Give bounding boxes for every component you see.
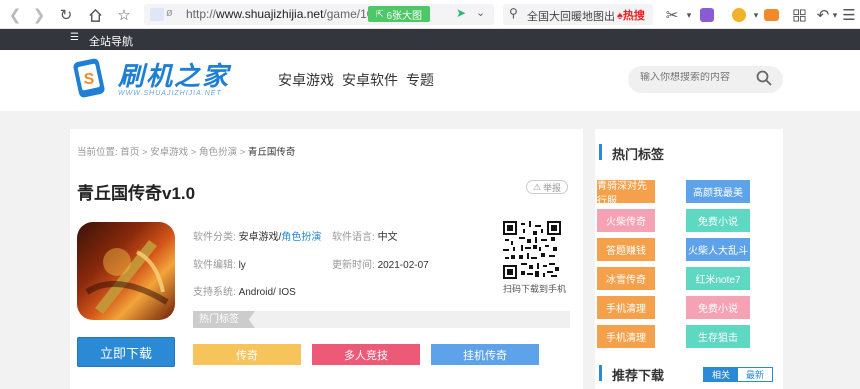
sidebar-tag[interactable]: 免费小说 — [686, 296, 750, 319]
language-row: 软件语言: 中文 — [332, 228, 398, 243]
search-suggestion: 全国大回暖地图出炉 — [527, 11, 615, 23]
sidebar-tag[interactable]: 火柴人大乱斗 — [686, 238, 750, 261]
browser-search-box[interactable]: ⚲ 全国大回暖地图出炉 ♠热搜 — [503, 4, 653, 25]
language-label: 软件语言: — [332, 232, 375, 243]
nav-android-games[interactable]: 安卓游戏 — [278, 70, 334, 90]
game-icon-image — [77, 222, 175, 320]
nav-topics[interactable]: 专题 — [406, 70, 434, 90]
extension-shield-icon[interactable] — [732, 8, 746, 22]
warning-icon: ⚠ — [532, 181, 542, 192]
logo-icon[interactable]: S — [70, 58, 110, 98]
hot-tags-label: 热门标签 — [193, 311, 255, 328]
chevron-down-icon[interactable]: ⌄ — [476, 6, 485, 19]
sidebar-tag[interactable]: 冰雪传奇 — [597, 267, 655, 290]
updated-label: 更新时间: — [332, 260, 375, 271]
tab-latest[interactable]: 最新 — [738, 368, 772, 381]
system-value: Android/ IOS — [238, 287, 296, 298]
reload-icon[interactable]: ↻ — [57, 6, 75, 24]
page-title: 青丘国传奇v1.0 — [77, 184, 196, 203]
svg-text:S: S — [84, 71, 95, 88]
sidebar-hot-tags-title: 热门标签 — [612, 147, 665, 162]
breadcrumb-current: 青丘国传奇 — [247, 147, 296, 158]
home-icon[interactable] — [86, 6, 104, 24]
site-nav-link[interactable]: 全站导航 — [89, 33, 133, 49]
nav-android-software[interactable]: 安卓软件 — [342, 70, 398, 90]
tab-related[interactable]: 相关 — [704, 368, 738, 381]
report-label: 举报 — [543, 182, 562, 193]
bookmark-star-icon[interactable]: ☆ — [115, 6, 133, 24]
category-main-link[interactable]: 安卓游戏/ — [239, 232, 282, 243]
security-icon: ø — [166, 7, 173, 19]
back-icon[interactable]: ❮ — [6, 6, 24, 24]
sidebar-tag[interactable]: 火柴传奇 — [597, 209, 655, 232]
address-bar[interactable]: ø http://www.shuajizhijia.net/game/10 ⇱ 6… — [144, 4, 494, 25]
hot-tags-strip: 热门标签 — [193, 311, 570, 328]
browser-toolbar: ❮ ❯ ↻ ☆ ø http://www.shuajizhijia.net/ga… — [0, 0, 860, 29]
tag-button-multiplayer[interactable]: 多人竞技 — [312, 344, 420, 365]
site-header: S 刷机之家 WWW.SHUAJIZHIJIA.NET 安卓游戏 安卓软件 专题 — [0, 50, 860, 111]
updated-value: 2021-02-07 — [377, 260, 429, 271]
search-icon[interactable] — [756, 70, 772, 89]
sidebar-recommend-title: 推荐下载 — [612, 368, 665, 383]
breadcrumb-prefix: 当前位置: — [77, 147, 118, 158]
download-button[interactable]: 立即下载 — [77, 337, 175, 367]
breadcrumb-rpg[interactable]: 角色扮演 — [199, 147, 237, 158]
logo-title[interactable]: 刷机之家 — [118, 56, 230, 93]
editor-value: ly — [238, 260, 246, 271]
breadcrumb-games[interactable]: 安卓游戏 — [150, 147, 188, 158]
forward-icon[interactable]: ❯ — [30, 6, 48, 24]
qr-code-icon — [503, 221, 561, 279]
category-label: 软件分类: — [193, 232, 236, 243]
sidebar-tag[interactable]: 红米note7 — [686, 267, 750, 290]
category-sub-link[interactable]: 角色扮演 — [281, 232, 321, 243]
menu-icon[interactable]: ☰ — [840, 6, 858, 24]
scissors-dropdown-icon[interactable]: ▾ — [680, 6, 698, 24]
lightning-icon[interactable]: ➤ — [456, 6, 466, 20]
hot-search-badge: ♠热搜 — [617, 10, 645, 22]
language-value: 中文 — [377, 232, 398, 243]
main-content: 当前位置: 首页 > 安卓游戏 > 角色扮演 > 青丘国传奇 青丘国传奇v1.0… — [70, 129, 583, 389]
system-row: 支持系统: Android/ IOS — [193, 283, 296, 298]
breadcrumb: 当前位置: 首页 > 安卓游戏 > 角色扮演 > 青丘国传奇 — [77, 147, 296, 158]
sidebar-tag[interactable]: 手机清理 — [597, 296, 655, 319]
system-label: 支持系统: — [193, 287, 236, 298]
sidebar: 热门标签 青骑深对先行服 高颜我最美 火柴传奇 免费小说 答题赚钱 火柴人大乱斗 冰雪传奇红… — [595, 129, 783, 389]
sidebar-tag[interactable]: 手机清理 — [597, 325, 655, 348]
tag-button-idle-legend[interactable]: 挂机传奇 — [431, 344, 539, 365]
sidebar-tag[interactable]: 答题赚钱 — [597, 238, 655, 261]
updated-row: 更新时间: 2021-02-07 — [332, 256, 429, 271]
site-search-box — [628, 66, 783, 93]
category-row: 软件分类: 安卓游戏/角色扮演 — [193, 228, 321, 243]
sidebar-tag[interactable]: 生存狙击 — [686, 325, 750, 348]
recommend-tabs: 相关 最新 — [703, 367, 773, 382]
search-icon: ⚲ — [509, 6, 518, 20]
tag-button-legend[interactable]: 传奇 — [193, 344, 301, 365]
scissors-icon[interactable]: ✂ — [663, 6, 681, 24]
qr-caption: 扫码下载到手机 — [503, 284, 567, 294]
section-marker — [599, 365, 602, 381]
site-top-strip: ☰ 全站导航 — [0, 29, 860, 50]
logo-subtitle: WWW.SHUAJIZHIJIA.NET — [118, 90, 222, 97]
sidebar-tag[interactable]: 青骑深对先行服 — [597, 180, 655, 207]
report-button[interactable]: ⚠ 举报 — [526, 180, 568, 194]
extension-purple-icon[interactable] — [700, 8, 714, 22]
section-marker — [599, 144, 602, 160]
sidebar-tag[interactable]: 高颜我最美 — [686, 180, 750, 203]
sidebar-tag[interactable]: 免费小说 — [686, 209, 750, 232]
menu-list-icon: ☰ — [70, 32, 79, 43]
editor-label: 软件编辑: — [193, 260, 236, 271]
apps-grid-icon[interactable] — [790, 6, 808, 24]
site-search-input[interactable] — [640, 72, 750, 83]
game-controller-icon[interactable] — [763, 9, 779, 21]
image-count-badge[interactable]: ⇱ 6张大图 — [368, 6, 430, 22]
breadcrumb-home[interactable]: 首页 — [120, 147, 139, 158]
editor-row: 软件编辑: ly — [193, 256, 246, 271]
site-favicon-icon — [150, 8, 164, 21]
